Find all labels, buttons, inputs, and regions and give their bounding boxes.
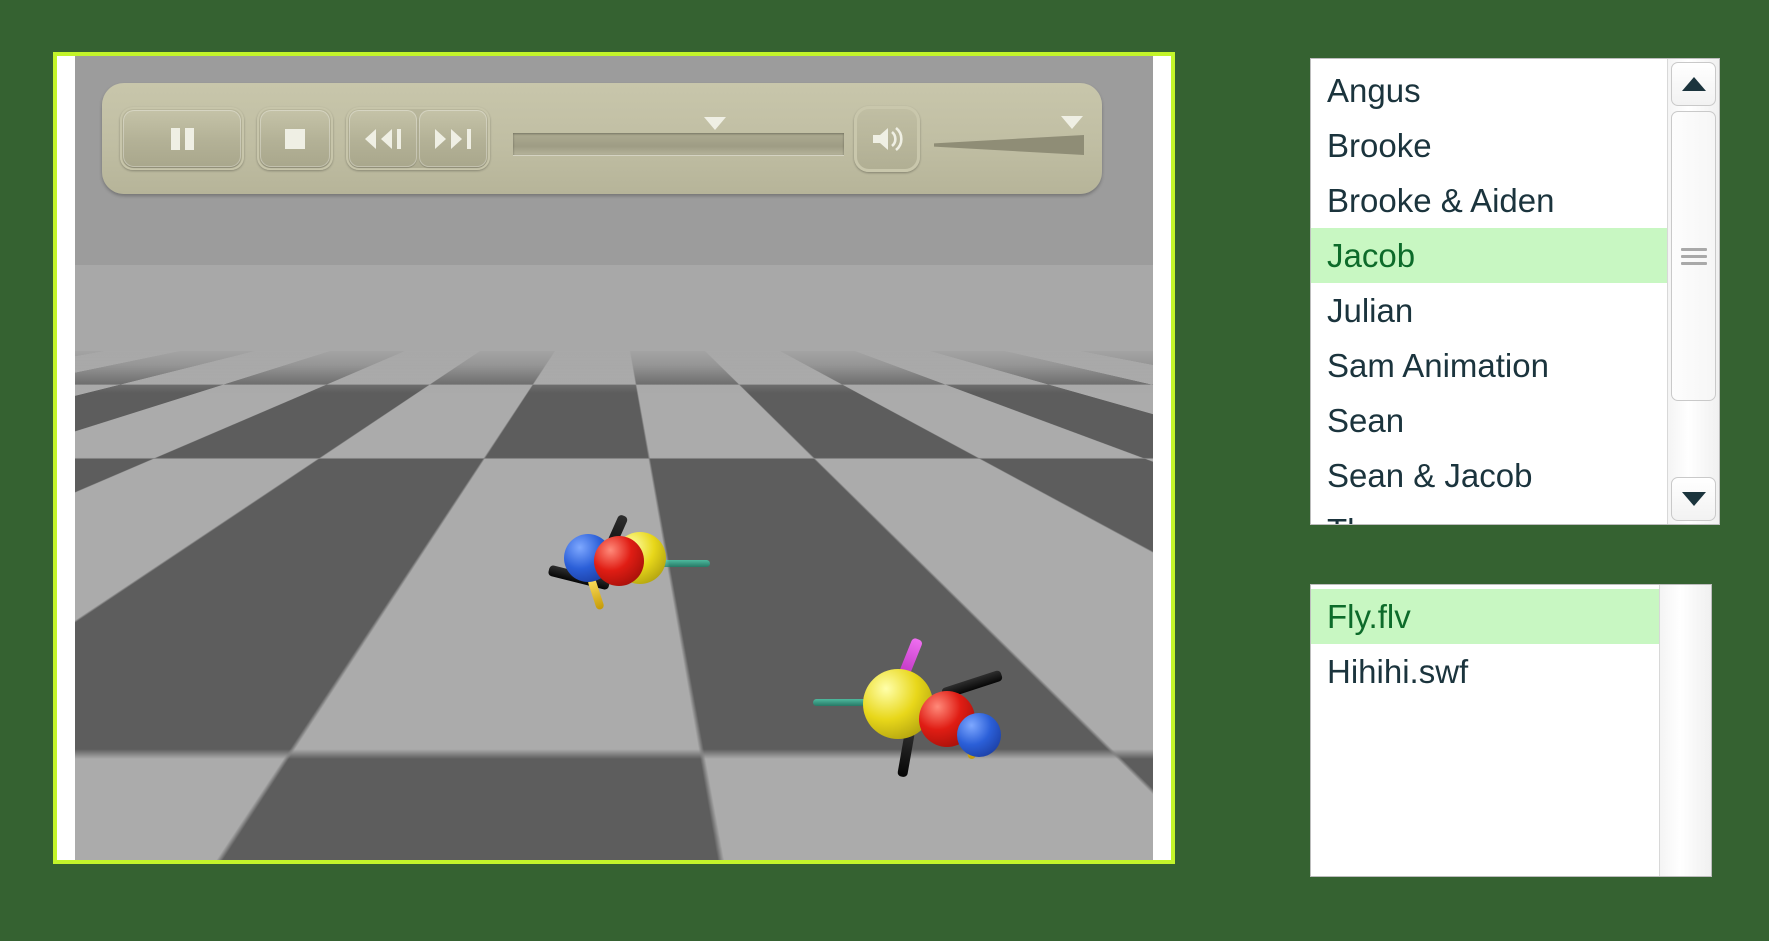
volume-marker-triangle-down-icon[interactable] xyxy=(1061,116,1083,129)
stop-icon xyxy=(285,128,305,149)
fast-forward-icon xyxy=(435,128,471,149)
speaker-icon xyxy=(873,126,903,151)
volume-button[interactable] xyxy=(854,105,920,172)
transport-primary-group xyxy=(120,107,244,170)
scrollbar-thumb[interactable] xyxy=(1671,111,1716,401)
volume-slider[interactable] xyxy=(934,107,1084,170)
list-item[interactable]: Brooke xyxy=(1311,118,1667,173)
list-item-selected[interactable]: Jacob xyxy=(1311,228,1667,283)
seek-marker-triangle-down-icon[interactable] xyxy=(703,117,726,130)
pause-button[interactable] xyxy=(123,110,241,167)
ball-blue xyxy=(957,713,1001,757)
names-list-scrollbar[interactable] xyxy=(1667,59,1719,524)
list-item[interactable]: Angus xyxy=(1311,63,1667,118)
list-item-selected[interactable]: Fly.flv xyxy=(1311,589,1659,644)
volume-wedge-track[interactable] xyxy=(934,135,1084,155)
triangle-up-icon xyxy=(1681,77,1706,91)
player-control-bar xyxy=(102,83,1102,194)
animation-names-items: Angus Brooke Brooke & Aiden Jacob Julian… xyxy=(1311,59,1667,524)
media-files-items: Fly.flv Hihihi.swf xyxy=(1311,585,1659,876)
app-root: Angus Brooke Brooke & Aiden Jacob Julian… xyxy=(0,0,1769,941)
triangle-down-icon xyxy=(1681,492,1706,506)
seek-slider[interactable] xyxy=(513,107,844,170)
transport-stop-group xyxy=(257,107,333,170)
list-item[interactable]: Sean & Jacob xyxy=(1311,448,1667,503)
files-list-scrollbar[interactable] xyxy=(1659,585,1711,876)
grip-lines-icon xyxy=(1680,244,1707,269)
list-item[interactable]: Thomas xyxy=(1311,503,1667,524)
list-item[interactable]: Hihihi.swf xyxy=(1311,644,1659,699)
scroll-down-button[interactable] xyxy=(1671,477,1716,521)
rewind-button[interactable] xyxy=(349,110,417,167)
figure-left xyxy=(547,513,710,611)
pause-icon xyxy=(170,127,194,150)
scroll-up-button[interactable] xyxy=(1671,62,1716,106)
scrollbar-track[interactable] xyxy=(1660,585,1711,876)
list-item[interactable]: Sean xyxy=(1311,393,1667,448)
media-player-panel xyxy=(53,52,1175,864)
seek-track[interactable] xyxy=(513,133,844,155)
list-item[interactable]: Julian xyxy=(1311,283,1667,338)
figure-right xyxy=(813,637,1015,785)
media-player-surface xyxy=(75,56,1153,860)
rewind-icon xyxy=(365,128,401,149)
animation-names-listbox[interactable]: Angus Brooke Brooke & Aiden Jacob Julian… xyxy=(1310,58,1720,525)
list-item[interactable]: Sam Animation xyxy=(1311,338,1667,393)
scene-sky xyxy=(75,265,1153,355)
video-scene[interactable] xyxy=(75,265,1153,860)
fast-forward-button[interactable] xyxy=(419,110,487,167)
transport-seek-group xyxy=(346,107,490,170)
stop-button[interactable] xyxy=(260,110,330,167)
list-item[interactable]: Brooke & Aiden xyxy=(1311,173,1667,228)
ball-red xyxy=(594,536,644,586)
media-files-listbox[interactable]: Fly.flv Hihihi.swf xyxy=(1310,584,1712,877)
